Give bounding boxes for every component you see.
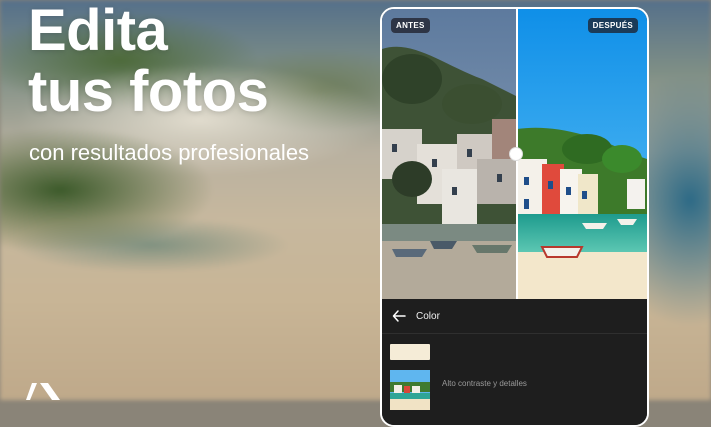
phone-mockup: ANTES DESPUÉS Color Alto contraste y det… bbox=[380, 7, 649, 427]
edit-panel: Color Alto contraste y detalles bbox=[382, 299, 647, 425]
panel-header: Color bbox=[382, 299, 647, 334]
after-label: DESPUÉS bbox=[587, 18, 638, 33]
panel-title: Color bbox=[416, 310, 440, 322]
preset-thumbnail[interactable] bbox=[390, 370, 430, 410]
headline: Edita tus fotos bbox=[28, 0, 269, 124]
preset-label: Alto contraste y detalles bbox=[442, 379, 527, 388]
headline-line-2: tus fotos bbox=[28, 59, 269, 124]
subheadline: con resultados profesionales bbox=[29, 140, 310, 165]
split-handle[interactable] bbox=[509, 147, 523, 161]
before-image bbox=[382, 9, 517, 299]
after-image bbox=[517, 9, 647, 299]
before-label: ANTES bbox=[391, 18, 430, 33]
preset-swatch[interactable] bbox=[390, 344, 430, 360]
before-after-photo[interactable]: ANTES DESPUÉS bbox=[382, 9, 647, 299]
adobe-logo bbox=[26, 383, 60, 400]
arrow-left-icon[interactable] bbox=[392, 309, 406, 323]
headline-line-1: Edita bbox=[28, 0, 168, 63]
